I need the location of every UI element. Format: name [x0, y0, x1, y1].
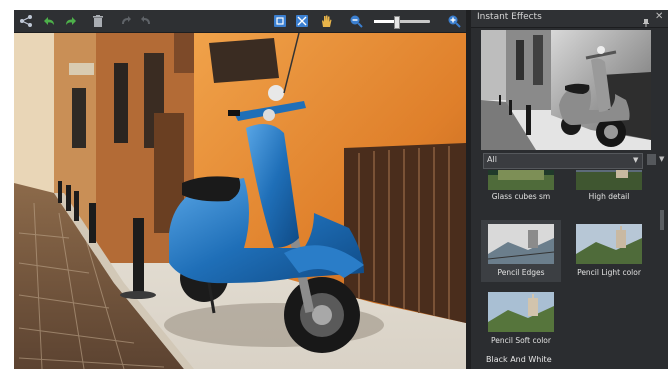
effect-preview-image [481, 30, 651, 150]
effect-label: Pencil Light color [577, 268, 641, 277]
close-icon[interactable]: ✕ [655, 11, 663, 22]
zoom-in-icon[interactable] [446, 13, 462, 29]
dropdown-value: All [487, 155, 497, 164]
zoom-slider-fill [374, 20, 397, 23]
effects-grid: Glass cubes sm High detail Pencil Edges [481, 170, 657, 352]
category-footer: Black And White [486, 355, 552, 364]
panel-header: Instant Effects ✕ [471, 10, 668, 28]
effects-scrollbar[interactable] [659, 172, 665, 352]
effect-thumbnail [488, 224, 554, 264]
toolbar [14, 10, 469, 33]
pin-icon[interactable] [641, 13, 651, 27]
redo-icon[interactable] [63, 13, 79, 29]
zoom-slider[interactable] [374, 16, 430, 29]
photo-editor-window: Instant Effects ✕ All ▼ ▼ Glass cubes sm… [14, 10, 668, 369]
delete-icon[interactable] [90, 13, 106, 29]
effect-tile-pencil-light-color[interactable]: Pencil Light color [569, 220, 649, 282]
actual-size-icon[interactable] [294, 13, 310, 29]
view-mode-button[interactable] [647, 154, 656, 165]
pan-hand-icon[interactable] [318, 13, 334, 29]
panel-title: Instant Effects [477, 12, 542, 22]
photo-canvas[interactable] [14, 33, 466, 369]
effect-category-dropdown[interactable]: All ▼ [483, 153, 643, 169]
effect-label: Pencil Soft color [491, 336, 551, 345]
fit-window-icon[interactable] [272, 13, 288, 29]
chevron-down-icon: ▼ [633, 156, 639, 164]
effect-label: Glass cubes sm [491, 192, 551, 201]
rotate-left-icon[interactable] [118, 13, 134, 29]
effect-thumbnail [576, 170, 642, 190]
effect-thumbnail [488, 292, 554, 332]
rotate-right-icon[interactable] [138, 13, 154, 29]
photo-scooter-street [14, 33, 466, 369]
undo-icon[interactable] [41, 13, 57, 29]
instant-effects-panel: Instant Effects ✕ All ▼ ▼ Glass cubes sm… [471, 10, 668, 369]
effect-thumbnail [576, 224, 642, 264]
view-options-chevron-icon[interactable]: ▼ [659, 155, 664, 163]
scrollbar-thumb[interactable] [660, 210, 664, 230]
effect-label: Pencil Edges [497, 268, 545, 277]
effect-tile-pencil-edges[interactable]: Pencil Edges [481, 220, 561, 282]
effect-tile-glass-cubes[interactable]: Glass cubes sm [481, 170, 561, 204]
effect-thumbnail [488, 170, 554, 190]
zoom-out-icon[interactable] [348, 13, 364, 29]
effect-label: High detail [588, 192, 630, 201]
share-icon[interactable] [18, 13, 34, 29]
zoom-slider-thumb[interactable] [394, 16, 401, 29]
effect-tile-high-detail[interactable]: High detail [569, 170, 649, 204]
effect-tile-pencil-soft-color[interactable]: Pencil Soft color [481, 288, 561, 352]
